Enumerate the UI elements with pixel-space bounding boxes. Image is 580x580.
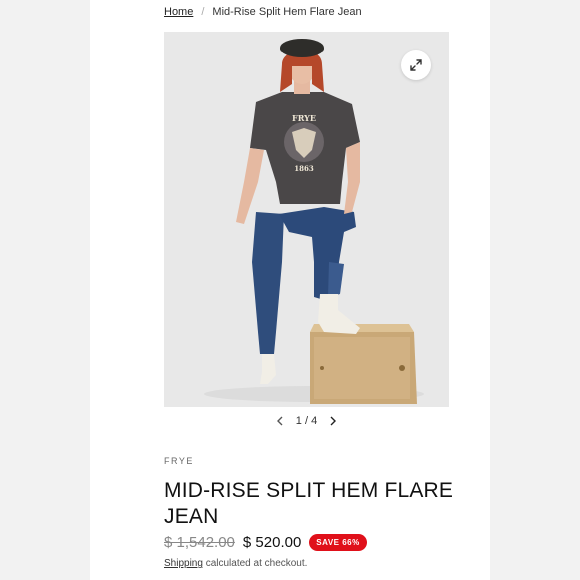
pager-counter: 1 / 4 <box>296 415 317 427</box>
product-page: Home / Mid-Rise Split Hem Flare Jean FRY… <box>90 0 490 580</box>
wooden-crate <box>310 324 417 404</box>
image-pager: 1 / 4 <box>164 412 449 430</box>
breadcrumb-current: Mid-Rise Split Hem Flare Jean <box>212 6 362 18</box>
original-price: $ 1,542.00 <box>164 534 235 551</box>
shipping-text: calculated at checkout. <box>202 558 308 569</box>
pager-current: 1 <box>295 415 302 427</box>
shipping-note: Shipping calculated at checkout. <box>164 558 307 569</box>
sale-price: $ 520.00 <box>242 534 302 551</box>
pager-total: 4 <box>311 415 318 427</box>
shipping-link[interactable]: Shipping <box>164 558 203 569</box>
breadcrumb: Home / Mid-Rise Split Hem Flare Jean <box>164 6 362 18</box>
previous-image-button[interactable] <box>276 416 284 426</box>
breadcrumb-separator: / <box>201 6 205 18</box>
tshirt-text-top: FRYE <box>292 113 316 123</box>
price-row: $ 1,542.00 $ 520.00 SAVE 66% <box>164 534 367 551</box>
product-photo: FRYE 1863 <box>164 32 449 407</box>
expand-icon <box>410 59 422 71</box>
chevron-left-icon <box>276 416 283 426</box>
chevron-right-icon <box>330 416 337 426</box>
product-brand: FRYE <box>164 456 194 466</box>
next-image-button[interactable] <box>329 416 337 426</box>
pager-separator: / <box>304 415 309 427</box>
product-title: MID-RISE SPLIT HEM FLARE JEAN <box>164 479 454 528</box>
save-badge: SAVE 66% <box>309 534 367 551</box>
product-image[interactable]: FRYE 1863 <box>164 32 449 407</box>
tshirt-text-bottom: 1863 <box>294 164 314 173</box>
zoom-button[interactable] <box>401 50 431 80</box>
breadcrumb-home-link[interactable]: Home <box>164 6 193 18</box>
